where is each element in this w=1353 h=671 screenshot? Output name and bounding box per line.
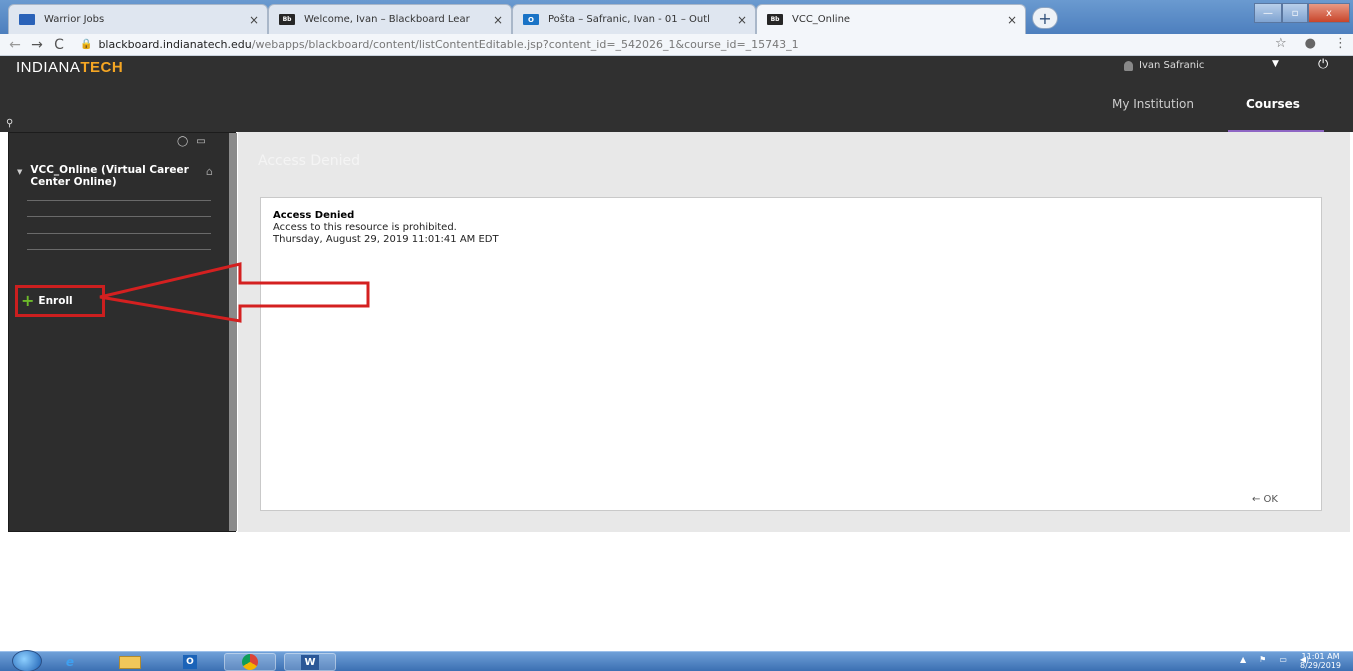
system-tray: ▲ ⚑ ▭ ◀) <box>1240 655 1309 664</box>
screen: Warrior Jobs × Bb Welcome, Ivan – Blackb… <box>0 0 1353 671</box>
tab-title: Welcome, Ivan – Blackboard Lear <box>304 14 470 25</box>
tab-outlook-mail[interactable]: O Pošta – Šafranic, Ivan - 01 – Outl × <box>512 4 756 34</box>
ok-button[interactable]: ← OK <box>1252 494 1278 505</box>
address-bar: ← → C 🔒 blackboard.indianatech.edu/webap… <box>0 34 1353 56</box>
user-name: Ivan Safranic <box>1139 60 1205 71</box>
minimize-button[interactable]: — <box>1254 3 1282 23</box>
url-path: /webapps/blackboard/content/listContentE… <box>251 38 799 51</box>
collapse-arrow-icon: ▼ <box>17 168 23 176</box>
chrome-icon <box>242 654 258 670</box>
windows-taskbar: e O W ▲ ⚑ ▭ ◀) 11:01 AM 8/29/2019 <box>0 650 1353 671</box>
tab-warrior-jobs[interactable]: Warrior Jobs × <box>8 4 268 34</box>
course-title[interactable]: ▼ VCC_Online (Virtual Career Center Onli… <box>17 164 207 188</box>
enroll-label: Enroll <box>38 295 73 307</box>
folder-view-icon[interactable]: ▭ <box>196 136 205 147</box>
tab-vcc-online[interactable]: Bb VCC_Online × <box>756 4 1026 34</box>
tab-blackboard-welcome[interactable]: Bb Welcome, Ivan – Blackboard Lear × <box>268 4 512 34</box>
course-menu-scrollbar[interactable] <box>229 133 237 531</box>
warrior-jobs-favicon-icon <box>19 14 35 25</box>
message-title: Access Denied <box>273 210 355 221</box>
menu-divider <box>27 233 211 234</box>
course-menu: ◯ ▭ ▼ VCC_Online (Virtual Career Center … <box>8 132 237 532</box>
logo-tech: TECH <box>80 59 124 76</box>
user-icon <box>1124 60 1133 71</box>
browser-menu-icon[interactable]: ⋮ <box>1334 36 1347 51</box>
course-title-text: VCC_Online (Virtual Career Center Online… <box>30 164 189 188</box>
user-menu[interactable]: Ivan Safranic <box>1124 60 1204 71</box>
action-center-flag-icon[interactable]: ⚑ <box>1259 655 1266 664</box>
internet-explorer-icon[interactable]: e <box>44 653 96 671</box>
clock-date: 8/29/2019 <box>1300 661 1342 670</box>
menu-divider <box>27 216 211 217</box>
pin-icon[interactable]: ⚲ <box>6 118 13 129</box>
outlook-icon: O <box>183 655 197 669</box>
word-button[interactable]: W <box>284 653 336 671</box>
window-close-button[interactable]: x <box>1308 3 1350 23</box>
message-text: Access to this resource is prohibited. <box>273 222 457 233</box>
page-title: Access Denied <box>258 153 361 169</box>
folder-icon <box>119 655 141 669</box>
network-icon[interactable]: ▭ <box>1279 655 1287 664</box>
tab-title: VCC_Online <box>792 14 851 25</box>
clock-time: 11:01 AM <box>1301 652 1340 661</box>
file-explorer-button[interactable] <box>104 653 156 671</box>
tab-close-icon[interactable]: × <box>1007 13 1017 27</box>
blackboard-favicon-icon: Bb <box>767 14 783 25</box>
tab-close-icon[interactable]: × <box>493 13 503 27</box>
enroll-button[interactable]: + Enroll <box>15 285 105 317</box>
profile-icon[interactable]: ● <box>1305 36 1316 51</box>
chrome-button[interactable] <box>224 653 276 671</box>
message-timestamp: Thursday, August 29, 2019 11:01:41 AM ED… <box>273 234 499 245</box>
word-icon: W <box>301 654 319 670</box>
maximize-button[interactable]: ▫ <box>1282 3 1308 23</box>
outlook-button[interactable]: O <box>164 653 216 671</box>
tab-my-institution[interactable]: My Institution <box>1112 97 1194 111</box>
plus-icon: + <box>21 291 35 310</box>
new-tab-button[interactable]: + <box>1032 7 1058 29</box>
blackboard-header: INDIANATECH Ivan Safranic ▼ ⏻ My Institu… <box>0 56 1353 133</box>
course-menu-tools: ◯ ▭ <box>177 136 206 147</box>
browser-tab-strip: Warrior Jobs × Bb Welcome, Ivan – Blackb… <box>0 0 1353 34</box>
start-button[interactable] <box>12 650 42 671</box>
blackboard-favicon-icon: Bb <box>279 14 295 25</box>
back-button[interactable]: ← <box>4 37 26 53</box>
bookmark-star-icon[interactable]: ☆ <box>1275 36 1287 51</box>
indianatech-logo[interactable]: INDIANATECH <box>16 59 123 76</box>
chevron-down-icon[interactable]: ▼ <box>1272 59 1279 69</box>
logo-indiana: INDIANA <box>16 59 81 76</box>
tab-close-icon[interactable]: × <box>249 13 259 27</box>
tray-arrow-icon[interactable]: ▲ <box>1240 655 1246 664</box>
forward-button[interactable]: → <box>26 37 48 53</box>
url-host: blackboard.indianatech.edu <box>98 38 252 51</box>
tab-title: Warrior Jobs <box>44 14 105 25</box>
tab-close-icon[interactable]: × <box>737 13 747 27</box>
outlook-favicon-icon: O <box>523 14 539 25</box>
tab-title: Pošta – Šafranic, Ivan - 01 – Outl <box>548 14 710 25</box>
menu-divider <box>27 200 211 201</box>
taskbar-clock[interactable]: 11:01 AM 8/29/2019 <box>1300 652 1341 670</box>
address-bar-actions: ☆ ● ⋮ <box>1275 36 1347 51</box>
access-denied-panel: Access Denied Access to this resource is… <box>260 197 1322 511</box>
logout-power-icon[interactable]: ⏻ <box>1318 57 1328 72</box>
refresh-icon[interactable]: ◯ <box>177 136 188 147</box>
lock-icon: 🔒 <box>80 39 93 50</box>
tab-courses[interactable]: Courses <box>1246 97 1300 111</box>
reload-button[interactable]: C <box>48 37 70 53</box>
menu-divider <box>27 249 211 250</box>
home-icon[interactable]: ⌂ <box>206 165 213 178</box>
url-field[interactable]: blackboard.indianatech.edu/webapps/black… <box>98 38 798 51</box>
